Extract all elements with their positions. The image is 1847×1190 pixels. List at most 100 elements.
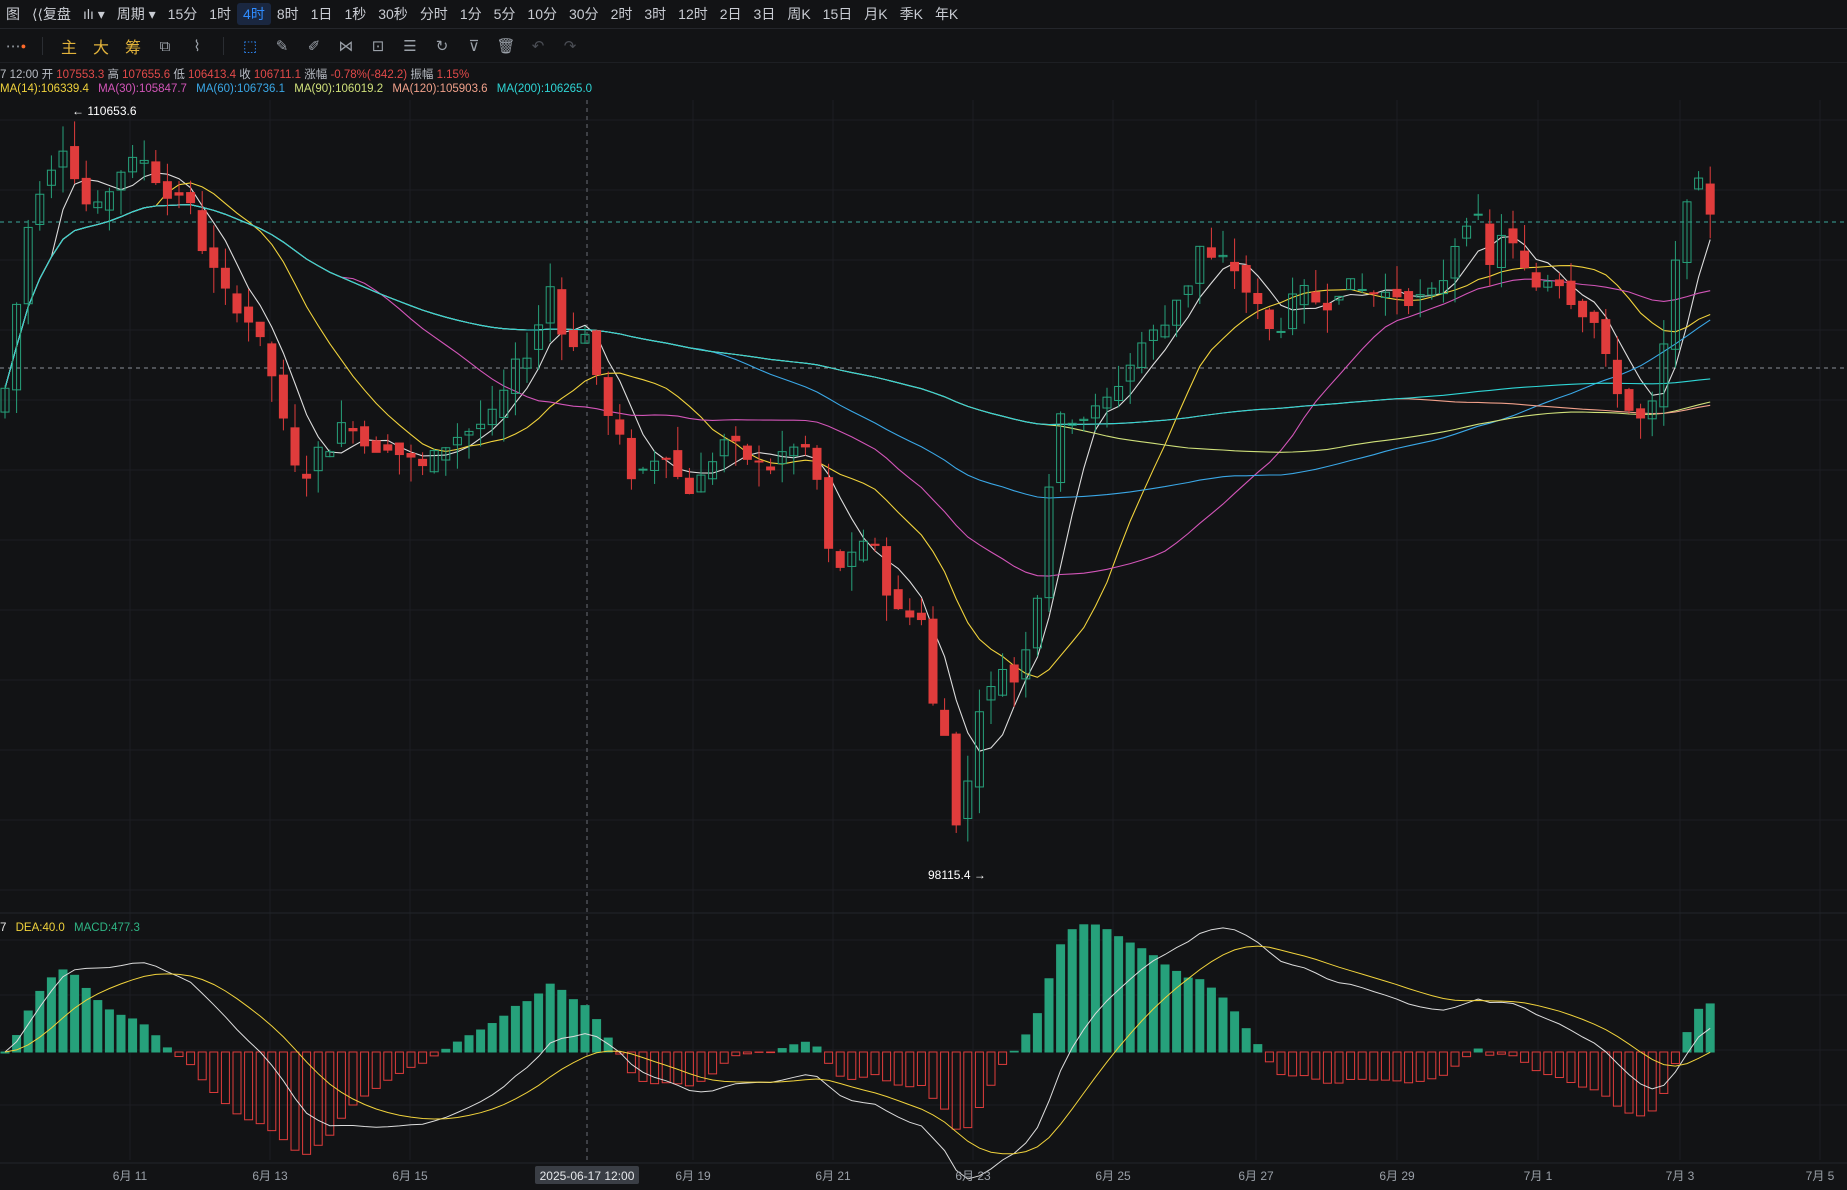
macd-bar	[371, 1051, 381, 1089]
period-30m[interactable]: 30分	[563, 3, 605, 25]
macd-bar	[1125, 942, 1135, 1053]
macd-bar	[302, 1051, 312, 1155]
candle-body	[93, 201, 103, 209]
brush-icon[interactable]: ✐	[298, 33, 330, 59]
ma-line	[4, 182, 1711, 678]
redo-icon[interactable]: ↷	[554, 33, 586, 59]
macd-bar	[1636, 1051, 1646, 1117]
macd-bar	[661, 1051, 671, 1084]
period-15m[interactable]: 15分	[162, 3, 204, 25]
pattern-icon[interactable]: ⋈	[330, 33, 362, 59]
undo-icon[interactable]: ↶	[522, 33, 554, 59]
macd-bar	[429, 1051, 439, 1057]
candle-body	[1148, 329, 1158, 341]
period-10m[interactable]: 10分	[521, 3, 563, 25]
macd-bar	[1520, 1051, 1530, 1063]
macd-bar	[835, 1051, 845, 1077]
macd-bar	[789, 1044, 799, 1053]
period-3h[interactable]: 3时	[638, 3, 672, 25]
candle-body	[638, 468, 648, 471]
macd-bar	[232, 1051, 242, 1115]
macd-bar	[1148, 955, 1158, 1053]
period-quarter[interactable]: 季K	[894, 3, 929, 25]
period-5m[interactable]: 5分	[488, 3, 522, 25]
macd-bar	[267, 1051, 277, 1132]
period-15d[interactable]: 15日	[817, 3, 859, 25]
chip-button[interactable]: 筹	[117, 33, 149, 59]
period-8h[interactable]: 8时	[271, 3, 305, 25]
macd-bar	[1160, 964, 1170, 1053]
macd-bar	[209, 1051, 219, 1093]
period-week[interactable]: 周K	[781, 3, 816, 25]
macd-bar	[847, 1051, 857, 1080]
macd-bar	[220, 1051, 230, 1105]
macd-bar	[1253, 1044, 1263, 1053]
magnet-icon[interactable]: ↻	[426, 33, 458, 59]
period-2h[interactable]: 2时	[605, 3, 639, 25]
macd-bar	[1462, 1051, 1472, 1058]
macd-bar	[766, 1051, 776, 1054]
candle-body	[603, 377, 613, 416]
period-month[interactable]: 月K	[858, 3, 893, 25]
candle-body	[1520, 250, 1530, 268]
period-year[interactable]: 年K	[929, 3, 964, 25]
period-4h[interactable]: 4时	[237, 3, 271, 25]
note-icon[interactable]: ☰	[394, 33, 426, 59]
period-12h[interactable]: 12时	[672, 3, 714, 25]
candle-body	[1114, 385, 1124, 402]
period-1h[interactable]: 1时	[203, 3, 237, 25]
big-order-button[interactable]: 大	[85, 33, 117, 59]
filter-icon[interactable]: ⊽	[458, 33, 490, 59]
candle-body	[232, 293, 242, 314]
macd-bar	[1624, 1051, 1634, 1114]
macd-bar	[893, 1051, 903, 1086]
candle-body	[766, 466, 776, 471]
candle-body	[12, 303, 22, 391]
indicator-icon[interactable]: ⌇	[181, 33, 213, 59]
period-30s[interactable]: 30秒	[372, 3, 414, 25]
compare-icon[interactable]: ⧉	[149, 33, 181, 59]
candle-body	[1578, 300, 1588, 318]
chart-type-button[interactable]: ılı ▾	[77, 3, 111, 25]
candle-body	[661, 457, 671, 460]
pencil-icon[interactable]: ✎	[266, 33, 298, 59]
candle-body	[1183, 285, 1193, 295]
period-dropdown[interactable]: 周期 ▾	[111, 3, 162, 25]
candle-body	[1694, 177, 1704, 190]
candle-body	[186, 192, 196, 204]
xaxis-tick-label: 6月 29	[1379, 1169, 1415, 1183]
replay-button[interactable]: ⟨⟨复盘	[26, 3, 77, 25]
more-icon[interactable]: ⋯ ●	[0, 33, 32, 59]
period-3d[interactable]: 3日	[748, 3, 782, 25]
rewind-icon: ⟨⟨	[32, 6, 43, 22]
candle-body	[974, 711, 984, 788]
candle-body	[615, 419, 625, 435]
macd-bar	[1357, 1051, 1367, 1080]
candle-body	[568, 329, 578, 348]
period-1m[interactable]: 1分	[454, 3, 488, 25]
candle-body	[1218, 254, 1228, 258]
candle-body	[1253, 293, 1263, 305]
period-timeshare[interactable]: 分时	[414, 3, 454, 25]
candle-body	[1160, 324, 1170, 338]
period-1s[interactable]: 1秒	[338, 3, 372, 25]
trash-icon[interactable]: 🗑	[490, 33, 522, 59]
high-value: 107655.6	[122, 69, 171, 81]
divider	[42, 37, 43, 55]
macd-bar	[1346, 1051, 1356, 1080]
period-1d[interactable]: 1日	[305, 3, 339, 25]
main-indicator-button[interactable]: 主	[53, 33, 85, 59]
xaxis-tick-label: 7月 1	[1524, 1169, 1553, 1183]
macd-bar	[81, 987, 91, 1053]
chart-menu-button[interactable]: 图	[0, 3, 26, 25]
candlestick-chart[interactable]: ← 110653.6 98115.4 → 6月 11 6月 13 6月 15 6月 19…	[0, 0, 1847, 1190]
period-2d[interactable]: 2日	[714, 3, 748, 25]
macd-bar	[128, 1018, 138, 1053]
macd-bar	[1195, 979, 1205, 1053]
macd-bar	[313, 1051, 323, 1146]
lock-icon[interactable]: ⊡	[362, 33, 394, 59]
cursor-icon[interactable]: ⬚	[234, 33, 266, 59]
macd-bar	[916, 1051, 926, 1086]
candle-body	[522, 357, 532, 369]
candle-body	[476, 423, 486, 430]
